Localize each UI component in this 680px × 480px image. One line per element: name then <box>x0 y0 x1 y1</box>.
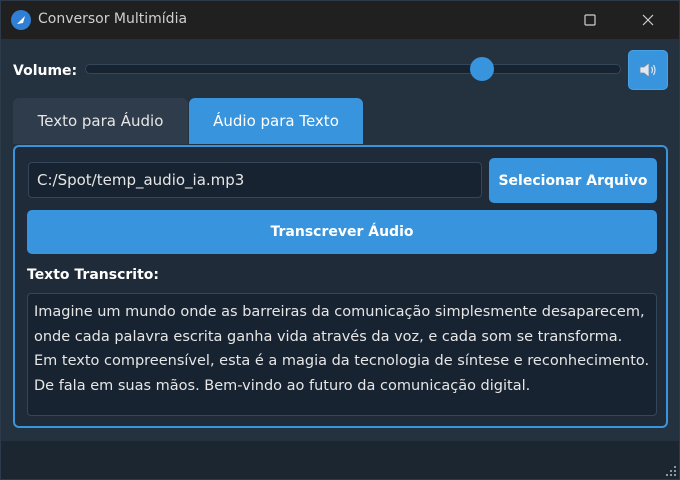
tab-audio-to-text[interactable]: Áudio para Texto <box>189 98 363 144</box>
tab-label: Texto para Áudio <box>37 112 164 130</box>
main-content: Volume: Texto para Áudio Áudio para Text… <box>1 39 679 479</box>
transcript-label: Texto Transcrito: <box>27 267 159 283</box>
maximize-icon <box>584 14 596 26</box>
status-bar <box>1 441 679 479</box>
tab-label: Áudio para Texto <box>213 112 339 130</box>
speaker-icon <box>639 62 656 78</box>
file-path-input[interactable]: C:/Spot/temp_audio_ia.mp3 <box>28 162 482 198</box>
tab-text-to-audio[interactable]: Texto para Áudio <box>13 98 188 144</box>
window-title: Conversor Multimídia <box>38 11 188 27</box>
transcript-textarea[interactable]: Imagine um mundo onde as barreiras da co… <box>27 293 657 416</box>
select-file-button[interactable]: Selecionar Arquivo <box>489 158 657 203</box>
audio-to-text-panel: C:/Spot/temp_audio_ia.mp3 Selecionar Arq… <box>13 145 668 428</box>
close-icon <box>642 14 654 26</box>
app-window: Conversor Multimídia Volume: Texto para … <box>0 0 680 480</box>
transcribe-audio-button[interactable]: Transcrever Áudio <box>27 210 657 254</box>
resize-grip-icon[interactable] <box>666 466 676 476</box>
maximize-button[interactable] <box>567 1 613 39</box>
mute-button[interactable] <box>628 50 668 90</box>
volume-slider-track[interactable] <box>85 64 621 74</box>
transcribe-audio-label: Transcrever Áudio <box>270 224 414 240</box>
app-icon <box>11 10 31 30</box>
close-button[interactable] <box>625 1 671 39</box>
title-bar[interactable]: Conversor Multimídia <box>1 1 679 39</box>
volume-label: Volume: <box>13 63 78 79</box>
volume-slider-handle[interactable] <box>469 57 494 81</box>
select-file-label: Selecionar Arquivo <box>498 172 648 189</box>
